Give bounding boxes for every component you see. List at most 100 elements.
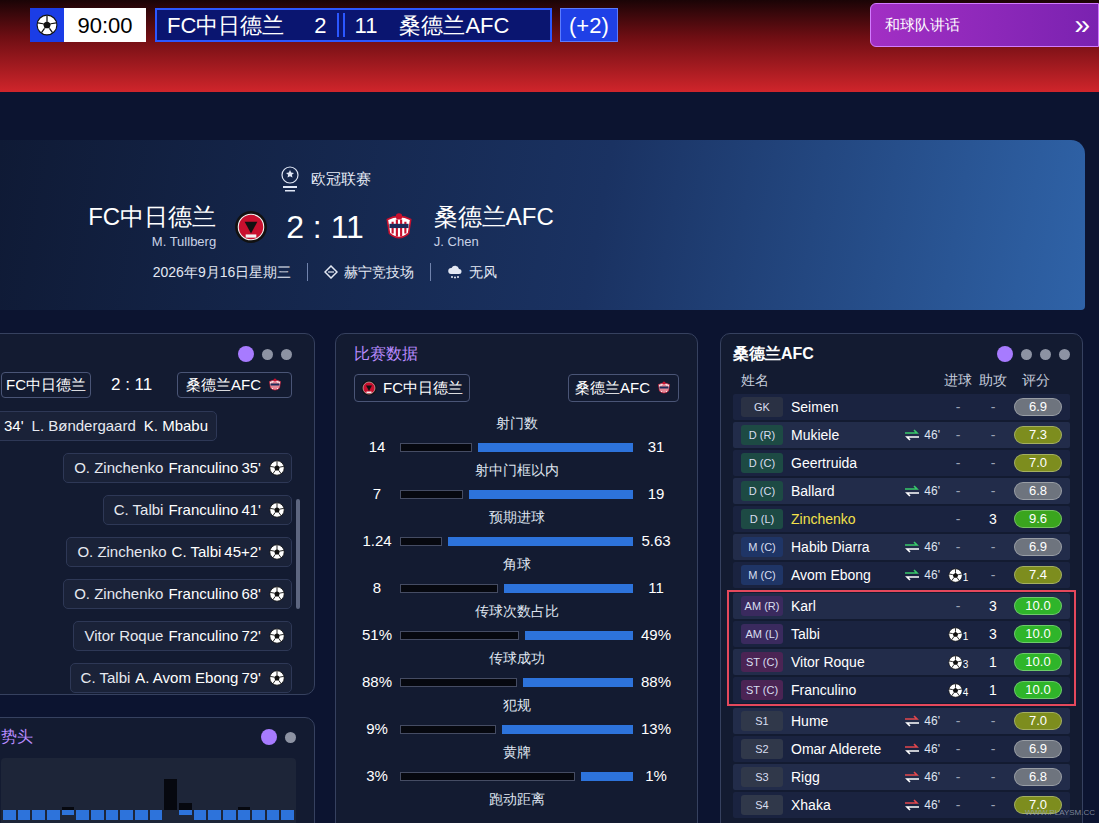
substitution: 46' (884, 538, 940, 556)
stats-title: 比赛数据 (354, 344, 679, 364)
momentum-column (18, 758, 31, 823)
page-dot[interactable] (262, 349, 273, 360)
home-badge-icon (234, 210, 268, 244)
goals-count: 4 (963, 688, 969, 698)
substitution: 46' (884, 482, 940, 500)
player-row[interactable]: D (R)Mukiele46'--7.3 (733, 422, 1070, 448)
away-bar (525, 631, 633, 640)
rating-pill: 7.0 (1014, 712, 1062, 730)
player-row[interactable]: D (C)Ballard46'--6.8 (733, 478, 1070, 504)
goals-cell: - (940, 397, 976, 418)
player-row[interactable]: GKSeimen--6.9 (733, 394, 1070, 420)
assists-value: 1 (976, 652, 1010, 673)
stat-row: 角球811 (354, 555, 679, 597)
home-event[interactable]: 34'L. BøndergaardK. Mbabu (0, 411, 217, 441)
rating-pill: 6.9 (1014, 398, 1062, 416)
info-separator (307, 263, 308, 281)
away-event[interactable]: C. TalbiFranculino41' (103, 495, 292, 525)
player-row[interactable]: D (C)Geertruida--7.0 (733, 450, 1070, 476)
rating-cell: 6.8 (1010, 482, 1062, 500)
away-event[interactable]: O. ZinchenkoFranculino68' (63, 579, 292, 609)
player-row[interactable]: AM (R)Karl-310.0 (733, 593, 1070, 619)
momentum-lower (267, 810, 280, 823)
page-dot[interactable] (285, 732, 296, 743)
momentum-lower (252, 810, 265, 823)
player-row[interactable]: ST (C)Franculino4110.0 (733, 677, 1070, 703)
goals-cell: 1 (940, 568, 976, 583)
page-dot[interactable] (238, 346, 254, 362)
page-dot[interactable] (997, 346, 1013, 362)
player-row[interactable]: S2Omar Alderete46'--6.9 (733, 736, 1070, 762)
stat-label: 跑动距离 (354, 790, 679, 808)
goal-icon (948, 627, 963, 642)
position-badge: ST (C) (741, 680, 783, 700)
momentum-column (3, 758, 16, 823)
momentum-lower (223, 810, 236, 823)
scrollbar[interactable] (296, 409, 300, 689)
away-bar (504, 584, 633, 593)
scrollbar-thumb[interactable] (296, 499, 300, 609)
event-list: 34'L. BøndergaardK. Mbabu O. ZinchenkoFra… (1, 411, 292, 693)
stat-label: 传球成功 (354, 649, 679, 667)
home-bar (400, 678, 517, 687)
player-row[interactable]: S3Rigg46'--6.8 (733, 764, 1070, 790)
player-name: Habib Diarra (791, 537, 884, 558)
away-momentum-bar (62, 810, 75, 815)
team-talk-button[interactable]: 和球队讲话» (870, 3, 1099, 47)
rating-pill: 6.8 (1014, 482, 1062, 500)
away-manager: J. Chen (434, 232, 479, 252)
player-name: Omar Alderete (791, 739, 884, 760)
substitution-icon (904, 771, 920, 783)
away-badge-icon (656, 380, 672, 396)
away-momentum-bar (194, 810, 207, 820)
away-momentum-bar (238, 810, 251, 820)
assists-value: - (976, 565, 1010, 586)
stat-row: 射中门框以内719 (354, 461, 679, 503)
player-row[interactable]: S4Xhaka46'--7.0 (733, 792, 1070, 818)
rating-pill: 9.6 (1014, 510, 1062, 528)
momentum-upper (179, 758, 192, 810)
player-row[interactable]: ST (C)Vitor Roque3110.0 (733, 649, 1070, 675)
momentum-upper (150, 758, 163, 810)
column-header: 助攻 (976, 370, 1010, 391)
player-name: Hume (791, 711, 884, 732)
position-badge: S2 (741, 739, 783, 759)
away-event[interactable]: C. TalbiA. Avom Ebong79' (70, 663, 292, 693)
momentum-upper (208, 758, 221, 810)
away-momentum-bar (179, 810, 192, 815)
page-dot[interactable] (1040, 349, 1051, 360)
player-row[interactable]: S1Hume46'--7.0 (733, 708, 1070, 734)
column-headers: 姓名进球助攻评分 (733, 370, 1070, 390)
away-event[interactable]: O. ZinchenkoC. Talbi45+2' (66, 537, 292, 567)
position-badge: S4 (741, 795, 783, 815)
page-dot[interactable] (261, 729, 277, 745)
page-dot[interactable] (1021, 349, 1032, 360)
added-time: (+2) (560, 8, 618, 42)
info-separator (430, 263, 431, 281)
page-dot[interactable] (1059, 349, 1070, 360)
stats-list: 射门数1431射中门框以内719预期进球1.245.63角球811传球次数占比5… (354, 414, 679, 808)
stat-bar (400, 678, 633, 687)
momentum-column (47, 758, 60, 823)
away-event[interactable]: O. ZinchenkoFranculino35' (63, 453, 292, 483)
goal-icon (269, 670, 285, 686)
substitution-minute: 46' (924, 712, 940, 730)
away-team: 桑德兰AFCJ. Chen (434, 202, 580, 252)
event-minute: 41' (241, 499, 261, 522)
substitution: 46' (884, 712, 940, 730)
assists-value: - (976, 453, 1010, 474)
stat-bar (400, 725, 633, 734)
player-row[interactable]: M (C)Avom Ebong46'1-7.4 (733, 562, 1070, 588)
substitution-icon (904, 429, 920, 441)
page-dot[interactable] (281, 349, 292, 360)
goals-value: - (956, 509, 961, 530)
momentum-lower (281, 810, 294, 823)
goals-cell: - (940, 537, 976, 558)
away-event[interactable]: Vitor RoqueFranculino72' (73, 621, 292, 651)
player-row[interactable]: M (C)Habib Diarra46'--6.9 (733, 534, 1070, 560)
event-player: K. Mbabu (144, 415, 208, 438)
away-momentum-bar (3, 810, 16, 820)
stats-teams: FC中日德兰桑德兰AFC (354, 374, 679, 402)
player-row[interactable]: D (L)Zinchenko-39.6 (733, 506, 1070, 532)
player-row[interactable]: AM (L)Talbi1310.0 (733, 621, 1070, 647)
